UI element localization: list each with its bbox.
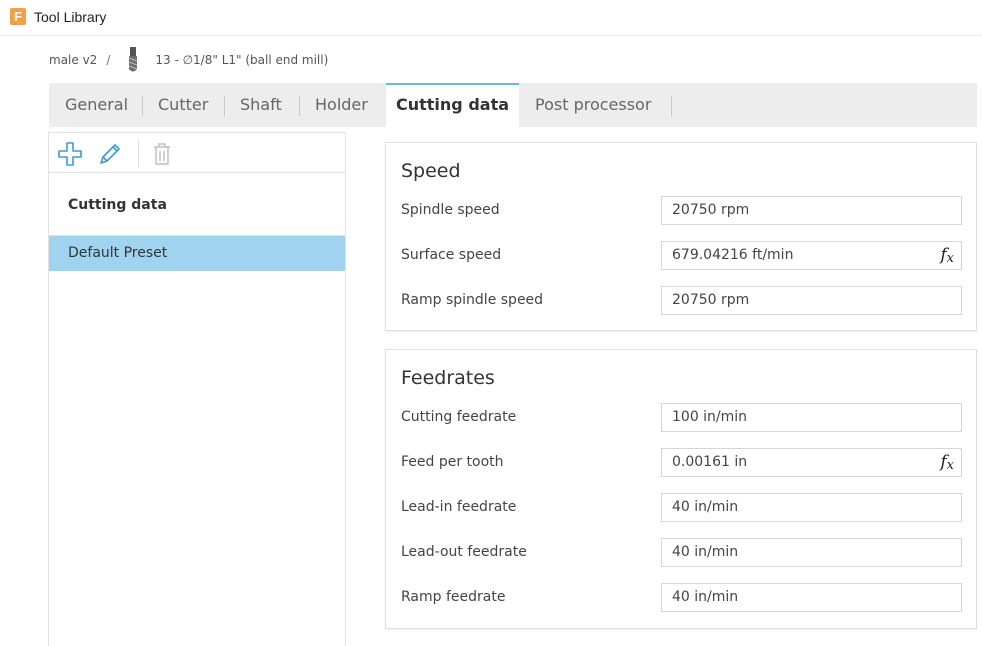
ramp-spindle-speed-value: 20750 rpm bbox=[672, 292, 750, 308]
tab-divider bbox=[299, 96, 300, 116]
tab-bar: General Cutter Shaft Holder Cutting data… bbox=[49, 83, 977, 127]
end-mill-icon bbox=[129, 47, 138, 72]
preset-item-default[interactable]: Default Preset bbox=[49, 236, 345, 271]
breadcrumb-separator: / bbox=[106, 53, 111, 67]
formula-button[interactable]: fx bbox=[940, 449, 954, 479]
feed-per-tooth-value: 0.00161 in bbox=[672, 454, 748, 470]
tab-divider bbox=[224, 96, 225, 116]
lead-in-feedrate-label: Lead-in feedrate bbox=[401, 499, 517, 515]
tab-divider bbox=[142, 96, 143, 116]
breadcrumb: male v2 / 13 - ∅1/8" L1" (ball end mill) bbox=[49, 47, 329, 72]
ramp-feedrate-field[interactable]: 40 in/min bbox=[661, 583, 962, 612]
tab-divider bbox=[671, 96, 672, 116]
lead-out-feedrate-label: Lead-out feedrate bbox=[401, 544, 527, 560]
add-preset-button[interactable] bbox=[57, 141, 83, 167]
ramp-spindle-speed-label: Ramp spindle speed bbox=[401, 292, 544, 308]
tab-general[interactable]: General bbox=[65, 83, 128, 127]
surface-speed-field[interactable]: 679.04216 ft/min fx bbox=[661, 241, 962, 270]
surface-speed-label: Surface speed bbox=[401, 247, 502, 263]
delete-preset-button[interactable] bbox=[149, 141, 175, 167]
lead-in-feedrate-field[interactable]: 40 in/min bbox=[661, 493, 962, 522]
preset-toolbar bbox=[49, 133, 345, 173]
ramp-feedrate-value: 40 in/min bbox=[672, 589, 739, 605]
tab-post-processor[interactable]: Post processor bbox=[535, 83, 651, 127]
ramp-feedrate-label: Ramp feedrate bbox=[401, 589, 506, 605]
spindle-speed-value: 20750 rpm bbox=[672, 202, 750, 218]
lead-in-feedrate-value: 40 in/min bbox=[672, 499, 739, 515]
tab-shaft[interactable]: Shaft bbox=[240, 83, 282, 127]
function-icon-sub: x bbox=[946, 251, 954, 266]
spindle-speed-label: Spindle speed bbox=[401, 202, 500, 218]
plus-icon bbox=[58, 142, 82, 166]
app-logo-icon: F bbox=[10, 8, 26, 25]
function-icon-sub: x bbox=[946, 458, 954, 473]
tab-holder[interactable]: Holder bbox=[315, 83, 368, 127]
tab-cutting-data[interactable]: Cutting data bbox=[386, 83, 519, 127]
cutting-feedrate-value: 100 in/min bbox=[672, 409, 748, 425]
cutting-feedrate-field[interactable]: 100 in/min bbox=[661, 403, 962, 432]
feedrates-section: Feedrates Cutting feedrate 100 in/min Fe… bbox=[385, 349, 977, 629]
trash-icon bbox=[154, 143, 170, 165]
preset-panel: Cutting data Default Preset bbox=[48, 132, 346, 646]
window-title: Tool Library bbox=[34, 9, 107, 25]
spindle-speed-field[interactable]: 20750 rpm bbox=[661, 196, 962, 225]
tab-cutter[interactable]: Cutter bbox=[158, 83, 208, 127]
speed-title: Speed bbox=[401, 160, 461, 182]
cutting-feedrate-label: Cutting feedrate bbox=[401, 409, 517, 425]
edit-preset-button[interactable] bbox=[97, 141, 123, 167]
breadcrumb-tool: 13 - ∅1/8" L1" (ball end mill) bbox=[155, 53, 329, 67]
lead-out-feedrate-field[interactable]: 40 in/min bbox=[661, 538, 962, 567]
feed-per-tooth-field[interactable]: 0.00161 in fx bbox=[661, 448, 962, 477]
speed-section: Speed Spindle speed 20750 rpm Surface sp… bbox=[385, 142, 977, 331]
preset-list-header[interactable]: Cutting data bbox=[49, 174, 345, 236]
lead-out-feedrate-value: 40 in/min bbox=[672, 544, 739, 560]
ramp-spindle-speed-field[interactable]: 20750 rpm bbox=[661, 286, 962, 315]
breadcrumb-library[interactable]: male v2 bbox=[49, 53, 97, 67]
formula-button[interactable]: fx bbox=[940, 242, 954, 272]
title-bar: F Tool Library bbox=[0, 0, 982, 36]
surface-speed-value: 679.04216 ft/min bbox=[672, 247, 794, 263]
feedrates-title: Feedrates bbox=[401, 367, 495, 389]
pencil-icon bbox=[100, 144, 120, 164]
toolbar-divider bbox=[138, 139, 139, 167]
feed-per-tooth-label: Feed per tooth bbox=[401, 454, 504, 470]
